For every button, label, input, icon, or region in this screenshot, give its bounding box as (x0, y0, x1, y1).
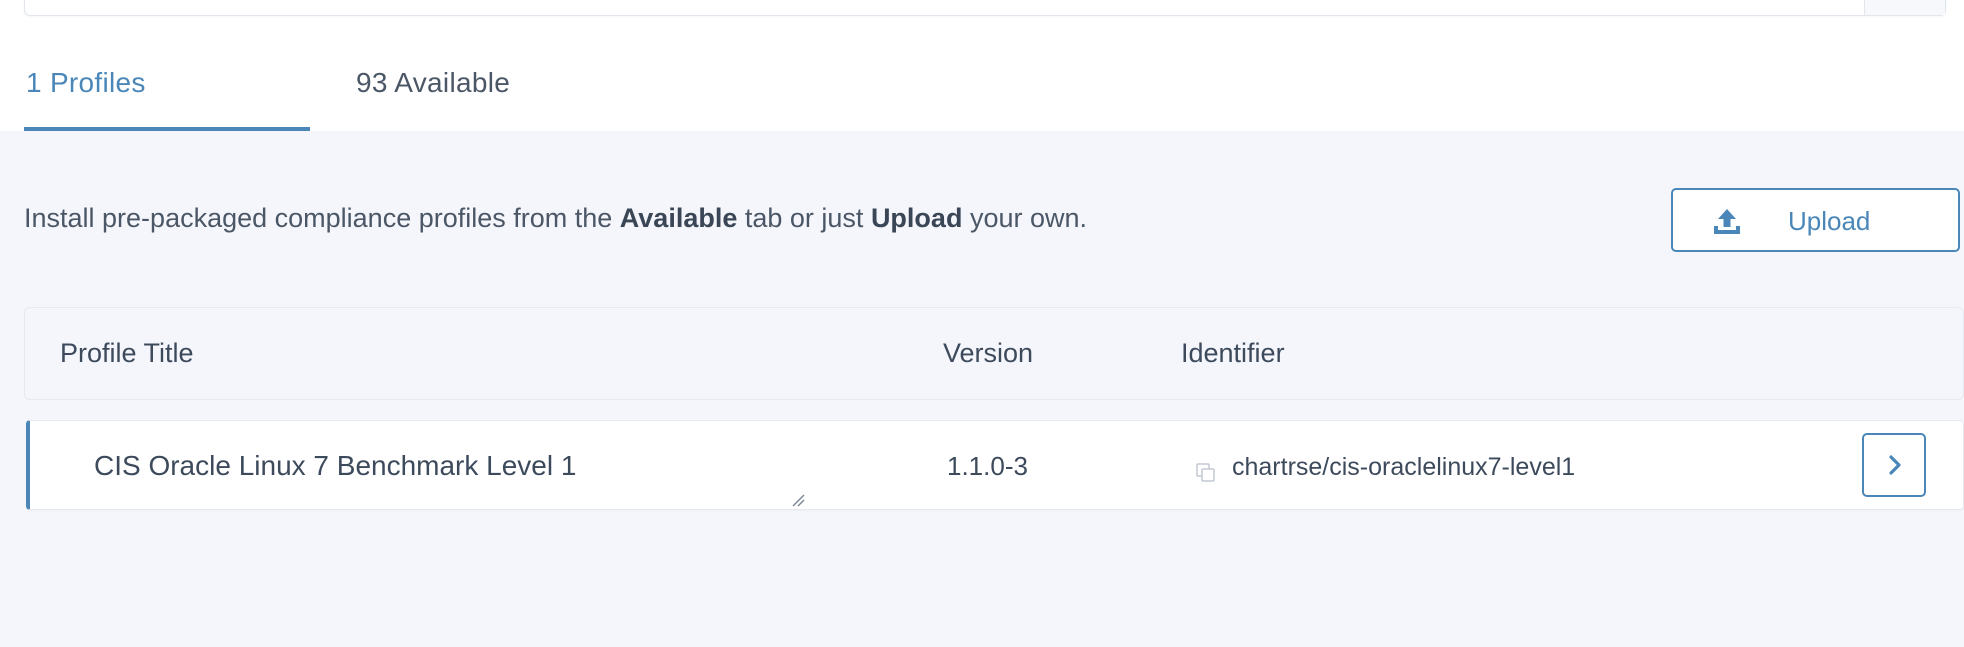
intro-available-word: Available (619, 203, 738, 233)
search-field[interactable] (24, 0, 1946, 16)
column-header-version: Version (943, 338, 1034, 368)
upload-icon (1711, 206, 1743, 238)
upload-button-label: Upload (1788, 206, 1871, 236)
search-button[interactable] (1864, 0, 1945, 15)
resize-handle-icon[interactable] (791, 493, 805, 507)
table-header: Profile Title Version Identifier (24, 307, 1964, 400)
intro-prefix: Install pre-packaged compliance profiles… (24, 203, 620, 233)
top-panel: 1 Profiles 93 Available (0, 0, 1964, 131)
intro-suffix: your own. (962, 203, 1087, 233)
view-profile-button[interactable] (1862, 433, 1926, 497)
table-row[interactable]: CIS Oracle Linux 7 Benchmark Level 1 1.1… (26, 420, 1964, 510)
intro-upload-word: Upload (870, 203, 963, 233)
profile-identifier-cell: chartrse/cis-oraclelinux7-level1 (1232, 453, 1576, 481)
column-header-identifier: Identifier (1181, 338, 1285, 368)
intro-text: Install pre-packaged compliance profiles… (24, 203, 1087, 234)
tab-available[interactable]: 93 Available (356, 67, 510, 99)
upload-button[interactable]: Upload (1671, 188, 1960, 252)
profile-title-cell: CIS Oracle Linux 7 Benchmark Level 1 (94, 450, 577, 481)
active-tab-indicator (24, 127, 310, 131)
chevron-right-icon (1889, 455, 1901, 475)
tab-profiles[interactable]: 1 Profiles (26, 67, 146, 99)
copy-icon[interactable] (1195, 462, 1217, 484)
intro-middle: tab or just (737, 203, 871, 233)
profile-version-cell: 1.1.0-3 (947, 451, 1028, 481)
column-header-profile-title: Profile Title (60, 338, 194, 368)
